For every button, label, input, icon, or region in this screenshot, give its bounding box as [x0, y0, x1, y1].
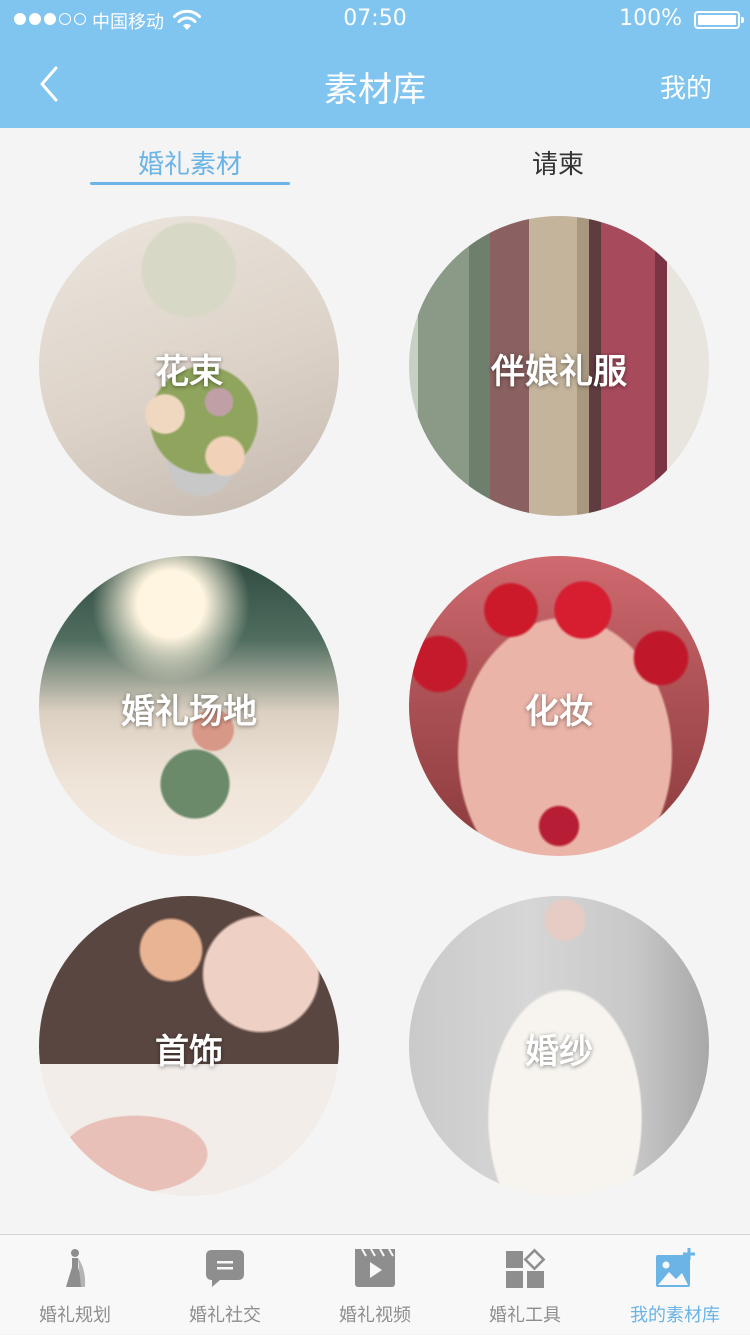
tabbar-label: 婚礼工具	[489, 1305, 561, 1326]
category-label: 婚纱	[525, 1032, 593, 1072]
header: 中国移动 07:50 100% 素材库 我的	[0, 0, 750, 128]
category-jewelry[interactable]: 首饰	[39, 896, 339, 1196]
tools-grid-icon	[506, 1248, 546, 1288]
tabbar-label: 婚礼社交	[189, 1305, 261, 1326]
category-bridesmaid-dress[interactable]: 伴娘礼服	[409, 216, 709, 516]
chat-bubble-icon	[206, 1250, 244, 1287]
category-label: 伴娘礼服	[491, 352, 627, 392]
category-wedding-gown[interactable]: 婚纱	[409, 896, 709, 1196]
tabbar-item-wedding-video[interactable]: 婚礼视频	[300, 1235, 450, 1335]
tab-wedding-materials[interactable]: 婚礼素材	[90, 144, 290, 181]
video-play-icon	[355, 1248, 395, 1287]
bottom-tab-bar: 婚礼规划 婚礼社交 婚礼视频 婚礼工具 我的素材库	[0, 1234, 750, 1334]
my-materials-button[interactable]: 我的	[660, 68, 712, 105]
category-label: 婚礼场地	[121, 692, 257, 732]
tab-invitations[interactable]: 请柬	[458, 144, 658, 181]
category-bouquet[interactable]: 花束	[39, 216, 339, 516]
active-tab-indicator	[90, 182, 290, 185]
category-label: 化妆	[525, 692, 593, 732]
tabbar-label: 我的素材库	[630, 1305, 720, 1326]
tabbar-label: 婚礼视频	[339, 1305, 411, 1326]
bride-icon	[66, 1249, 86, 1287]
category-label: 花束	[155, 352, 223, 392]
category-wedding-venue[interactable]: 婚礼场地	[39, 556, 339, 856]
tabbar-label: 婚礼规划	[39, 1305, 111, 1326]
tabbar-item-my-library[interactable]: 我的素材库	[600, 1235, 750, 1335]
tabbar-item-wedding-planning[interactable]: 婚礼规划	[0, 1235, 150, 1335]
category-label: 首饰	[155, 1032, 223, 1072]
battery-percentage: 100%	[619, 6, 682, 31]
category-makeup[interactable]: 化妆	[409, 556, 709, 856]
battery-icon	[694, 11, 744, 29]
image-add-icon	[656, 1248, 695, 1287]
tabbar-item-wedding-tools[interactable]: 婚礼工具	[450, 1235, 600, 1335]
tabbar-item-wedding-social[interactable]: 婚礼社交	[150, 1235, 300, 1335]
page-title: 素材库	[324, 70, 426, 110]
status-bar: 中国移动 07:50 100%	[0, 0, 750, 40]
